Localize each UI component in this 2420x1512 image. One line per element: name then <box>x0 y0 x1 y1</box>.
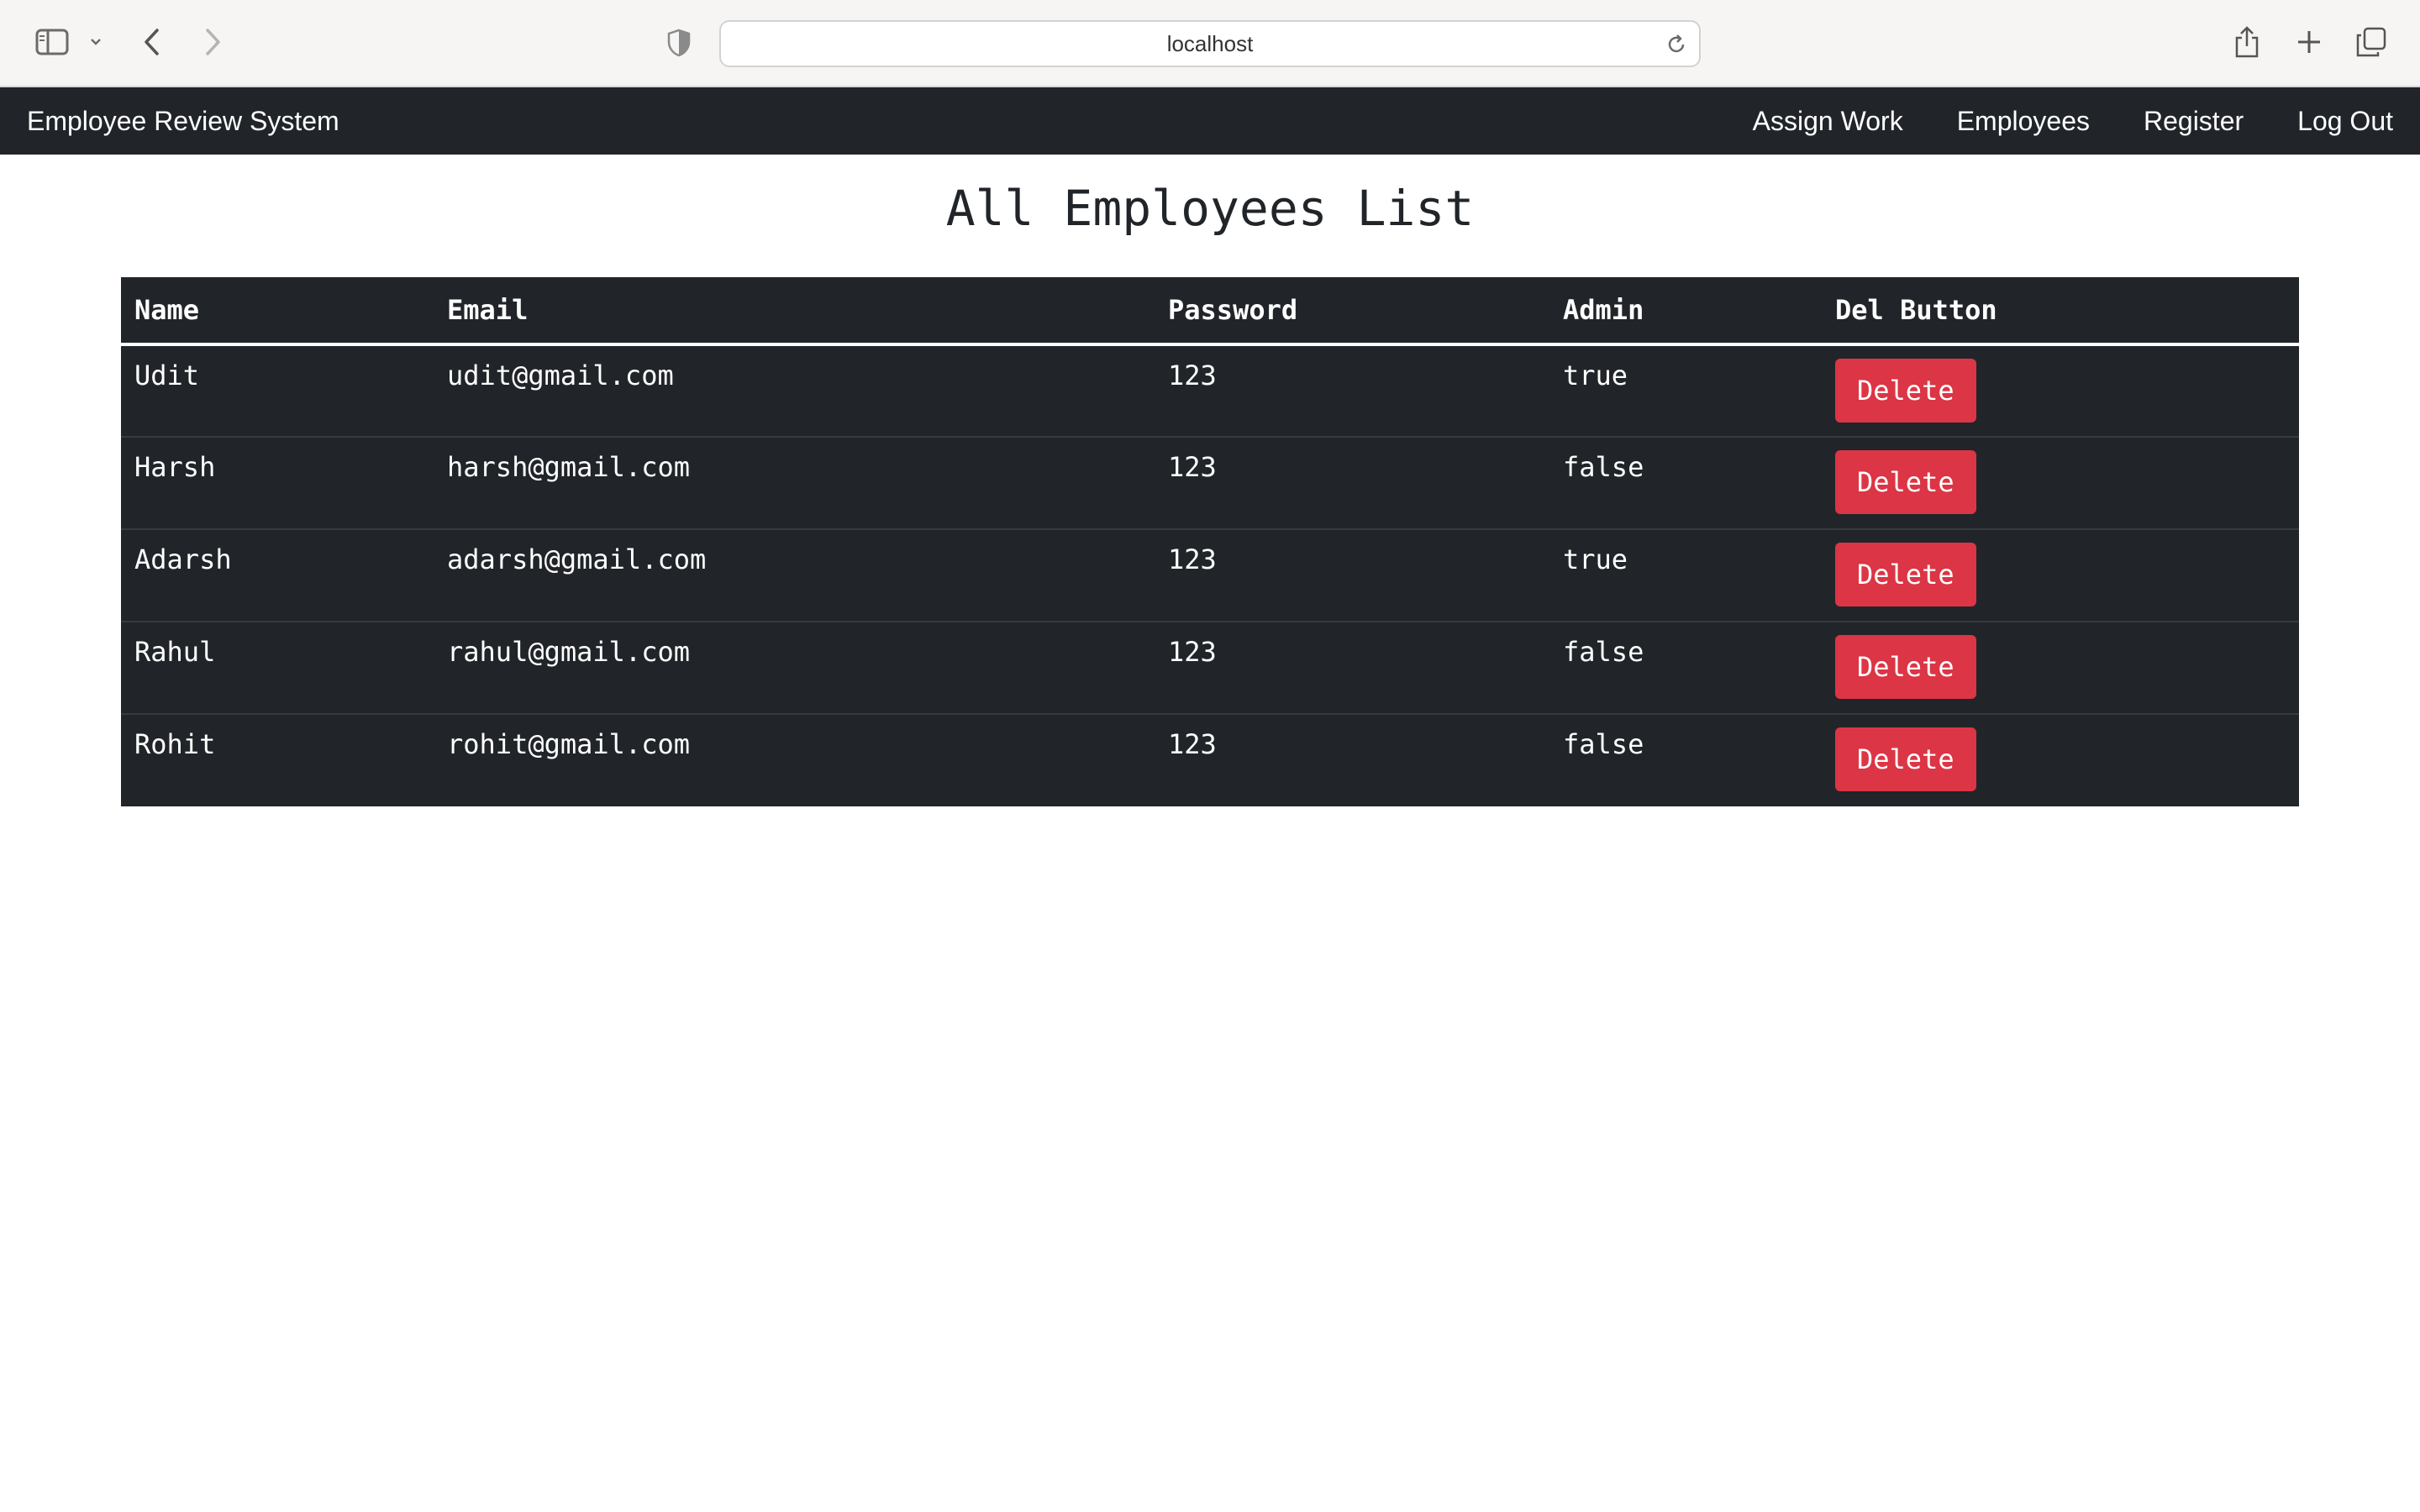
cell-password: 123 <box>1155 621 1549 714</box>
cell-admin: false <box>1549 621 1822 714</box>
shield-icon[interactable] <box>666 27 692 59</box>
navbar: Employee Review System Assign Work Emplo… <box>0 87 2420 155</box>
cell-name: Harsh <box>121 436 434 529</box>
header-name: Name <box>121 277 434 346</box>
cell-email: adarsh@gmail.com <box>434 528 1155 622</box>
cell-admin: true <box>1549 528 1822 622</box>
table-row: Rahul rahul@gmail.com 123 false Delete <box>121 621 2299 714</box>
browser-toolbar: localhost <box>0 0 2420 87</box>
cell-action: Delete <box>1822 528 2299 622</box>
cell-action: Delete <box>1822 344 2299 437</box>
url-text[interactable]: localhost <box>721 22 1699 66</box>
sidebar-icon[interactable] <box>34 27 71 57</box>
delete-button[interactable]: Delete <box>1835 543 1976 606</box>
cell-admin: false <box>1549 436 1822 529</box>
header-admin: Admin <box>1549 277 1822 346</box>
cell-email: rahul@gmail.com <box>434 621 1155 714</box>
delete-button[interactable]: Delete <box>1835 359 1976 423</box>
header-password: Password <box>1155 277 1549 346</box>
reload-icon[interactable] <box>1664 32 1689 57</box>
share-icon[interactable] <box>2232 24 2262 60</box>
cell-action: Delete <box>1822 713 2299 806</box>
brand-link[interactable]: Employee Review System <box>27 87 339 155</box>
nav-link-log-out[interactable]: Log Out <box>2297 106 2393 137</box>
header-del-button: Del Button <box>1822 277 2299 346</box>
address-bar[interactable]: localhost <box>719 20 1701 67</box>
header-email: Email <box>434 277 1155 346</box>
delete-button[interactable]: Delete <box>1835 727 1976 791</box>
cell-action: Delete <box>1822 621 2299 714</box>
employees-table-container: Name Email Password Admin Del Button Udi… <box>121 277 2299 806</box>
cell-password: 123 <box>1155 528 1549 622</box>
cell-password: 123 <box>1168 360 1217 391</box>
table-row: Udit udit@gmail.com 123 true Delete <box>121 344 2299 437</box>
cell-action: Delete <box>1822 436 2299 529</box>
plus-icon[interactable] <box>2294 25 2324 59</box>
cell-admin: false <box>1549 713 1822 806</box>
table-body: Udit udit@gmail.com 123 true Delete Hars… <box>121 344 2299 806</box>
nav-links: Assign Work Employees Register Log Out <box>1753 87 2393 155</box>
table-row: Harsh harsh@gmail.com 123 false Delete <box>121 436 2299 529</box>
cell-email: udit@gmail.com <box>447 360 674 391</box>
table-row: Rohit rohit@gmail.com 123 false Delete <box>121 713 2299 806</box>
chevron-left-icon[interactable] <box>139 25 165 59</box>
table-header: Name Email Password Admin Del Button <box>121 277 2299 346</box>
cell-email: harsh@gmail.com <box>434 436 1155 529</box>
cell-name: Udit <box>134 360 200 391</box>
nav-link-register[interactable]: Register <box>2144 106 2244 137</box>
table-row: Adarsh adarsh@gmail.com 123 true Delete <box>121 528 2299 622</box>
employees-table: Name Email Password Admin Del Button Udi… <box>121 277 2299 806</box>
cell-password: 123 <box>1155 436 1549 529</box>
cell-name: Rahul <box>121 621 434 714</box>
nav-link-employees[interactable]: Employees <box>1957 106 2090 137</box>
header-row: Name Email Password Admin Del Button <box>121 277 2299 346</box>
delete-button[interactable]: Delete <box>1835 450 1976 514</box>
cell-email: rohit@gmail.com <box>434 713 1155 806</box>
delete-button[interactable]: Delete <box>1835 635 1976 699</box>
tabs-icon[interactable] <box>2354 25 2388 59</box>
cell-admin: true <box>1563 360 1628 391</box>
chevron-right-icon[interactable] <box>200 25 225 59</box>
page-title: All Employees List <box>945 180 1475 237</box>
cell-password: 123 <box>1155 713 1549 806</box>
cell-name: Rohit <box>121 713 434 806</box>
chevron-down-icon[interactable] <box>87 32 104 52</box>
cell-name: Adarsh <box>121 528 434 622</box>
nav-link-assign-work[interactable]: Assign Work <box>1753 106 1903 137</box>
